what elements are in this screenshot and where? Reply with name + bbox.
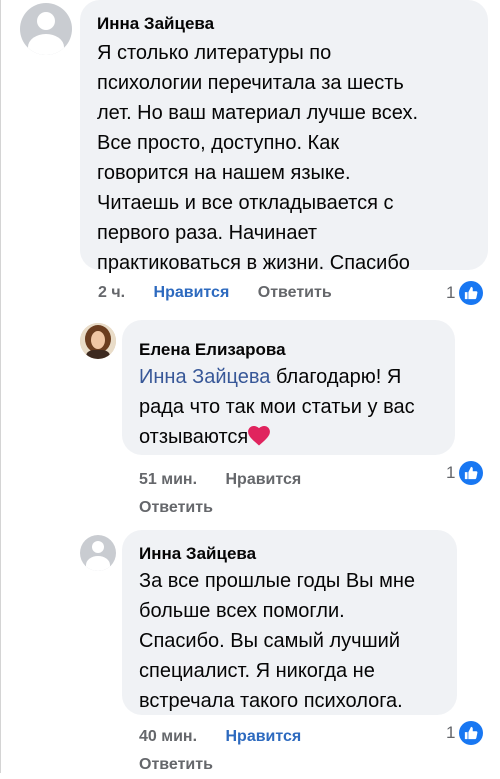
comment-author[interactable]: Елена Елизарова <box>139 340 286 360</box>
text-line: говорится на нашем языке. <box>97 162 351 184</box>
thumbs-up-icon <box>459 461 484 485</box>
text-line: рада что так мои статьи у вас <box>139 396 415 418</box>
text-line: Спасибо. Вы самый лучший <box>139 630 400 652</box>
text-line: Я столько литературы по <box>97 42 332 64</box>
heart-emoji-icon <box>248 425 271 455</box>
text-line: встречала такого психолога. <box>139 690 403 712</box>
comment-timestamp[interactable]: 2 ч. <box>98 284 125 301</box>
thumbs-up-icon <box>459 281 484 305</box>
user-photo-avatar[interactable] <box>80 323 116 359</box>
thumbs-up-icon <box>459 721 484 745</box>
default-avatar-icon[interactable] <box>20 3 72 55</box>
like-button[interactable]: Нравится <box>225 728 301 745</box>
comment-text: За все прошлые годы Вы мне больше всех п… <box>139 566 415 716</box>
text-line: больше всех помогли. <box>139 600 345 622</box>
like-button[interactable]: Нравится <box>225 471 301 488</box>
like-button[interactable]: Нравится <box>154 284 230 301</box>
like-count-value: 1 <box>446 283 456 302</box>
comment-text: Я столько литературы по психологии переч… <box>97 38 418 278</box>
like-count[interactable]: 1 <box>446 721 484 745</box>
text-line: Все просто, доступно. Как <box>97 132 340 154</box>
text-line: первого раза. Начинает <box>97 222 318 244</box>
like-count[interactable]: 1 <box>446 281 484 305</box>
like-count-value: 1 <box>446 463 456 482</box>
text-line: благодарю! Я <box>270 366 402 388</box>
comment-author[interactable]: Инна Зайцева <box>97 14 214 34</box>
text-line: отзываются <box>139 426 249 448</box>
comment-text: Инна Зайцева благодарю! Я рада что так м… <box>139 362 415 455</box>
text-line: психологии перечитала за шесть <box>97 72 404 94</box>
like-count-value: 1 <box>446 723 456 742</box>
text-line: специалист. Я никогда не <box>139 660 375 682</box>
text-line: лет. Но ваш материал лучше всех. <box>97 102 419 124</box>
reply-button[interactable]: Ответить <box>139 756 213 773</box>
text-line: За все прошлые годы Вы мне <box>139 570 416 592</box>
reply-button[interactable]: Ответить <box>258 284 332 301</box>
mention-link[interactable]: Инна Зайцева <box>139 366 270 388</box>
reply-button[interactable]: Ответить <box>139 499 213 516</box>
text-line: Читаешь и все откладывается с <box>97 192 394 214</box>
text-line: практиковаться в жизни. Спасибо <box>97 252 410 274</box>
default-avatar-icon[interactable] <box>80 535 116 571</box>
like-count[interactable]: 1 <box>446 461 484 485</box>
thread-line <box>0 0 1 773</box>
comment-timestamp[interactable]: 40 мин. <box>139 728 197 745</box>
comment-author[interactable]: Инна Зайцева <box>139 544 256 564</box>
comment-timestamp[interactable]: 51 мин. <box>139 471 197 488</box>
